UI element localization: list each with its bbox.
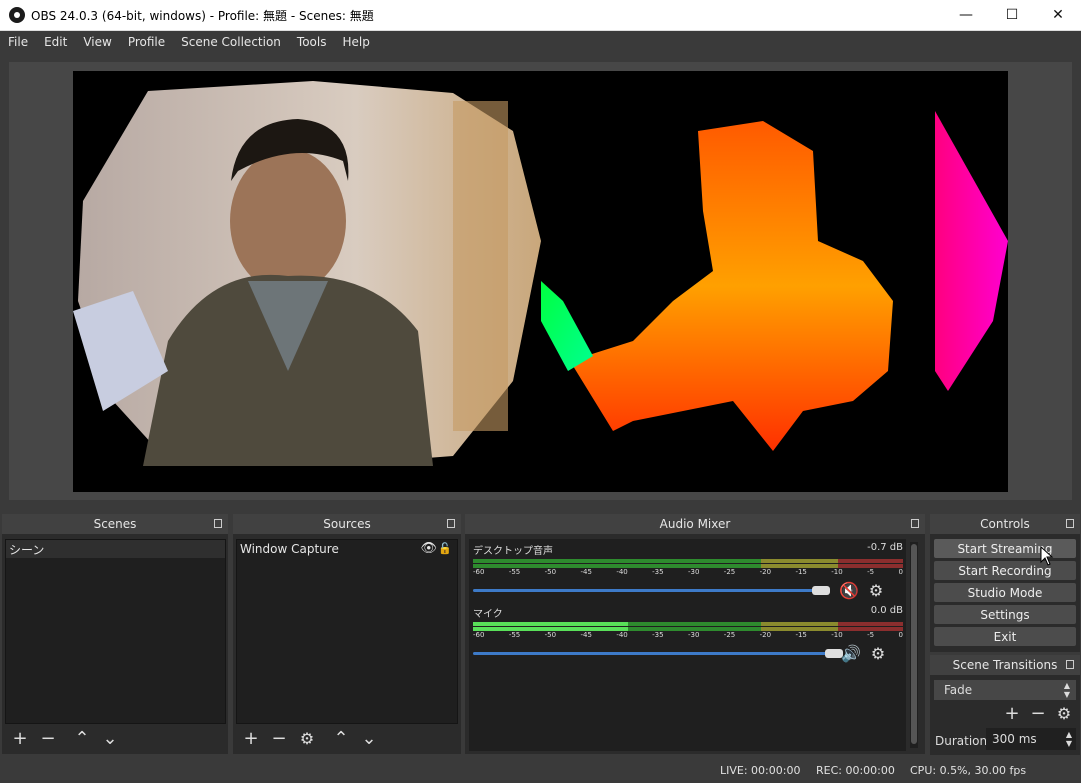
channel-name: マイク	[473, 609, 503, 620]
lock-icon[interactable]: 🔓	[438, 542, 452, 555]
volume-slider[interactable]	[473, 586, 830, 595]
transitions-dock-title: Scene Transitions	[930, 655, 1080, 675]
studio-mode-button[interactable]: Studio Mode	[934, 583, 1076, 602]
remove-scene-button[interactable]: −	[36, 728, 60, 749]
volume-meter	[473, 559, 903, 563]
sources-toolbar: + − ⚙ ⌃ ⌄	[239, 728, 381, 749]
obs-logo-icon	[9, 7, 25, 23]
gear-icon[interactable]: ⚙	[871, 644, 885, 663]
list-item[interactable]: Window Capture 👁 🔓	[237, 540, 457, 558]
gear-icon[interactable]: ⚙	[295, 728, 319, 748]
start-streaming-button[interactable]: Start Streaming	[934, 539, 1076, 558]
menu-file[interactable]: File	[0, 35, 36, 49]
window-title: OBS 24.0.3 (64-bit, windows) - Profile: …	[31, 8, 374, 23]
title-bar: OBS 24.0.3 (64-bit, windows) - Profile: …	[0, 0, 1081, 31]
menu-scene-collection[interactable]: Scene Collection	[173, 35, 289, 49]
cpu-status: CPU: 0.5%, 30.00 fps	[910, 764, 1027, 777]
audio-mixer-dock: Audio Mixer デスクトップ音声 -0.7 dB -60 -55 -50 -4…	[465, 514, 925, 754]
add-scene-button[interactable]: +	[8, 728, 32, 749]
menu-edit[interactable]: Edit	[36, 35, 75, 49]
scene-transitions-dock: Scene Transitions Fade ▲ ▼ + − ⚙ Duration…	[930, 655, 1080, 755]
menu-help[interactable]: Help	[334, 35, 377, 49]
duration-label: Duration	[935, 734, 988, 748]
channel-mic: マイク 0.0 dB -60 -55 -50 -45 -40 -35 -30 -25 -20 -1…	[473, 605, 903, 663]
transition-value: Fade	[944, 683, 973, 697]
scenes-dock-title: Scenes	[2, 514, 228, 534]
list-item[interactable]: シーン	[6, 540, 225, 558]
scenes-title: Scenes	[93, 517, 137, 531]
mouse-cursor-icon	[1040, 546, 1054, 566]
duration-value: 300 ms	[992, 732, 1037, 746]
mixer-scrollbar[interactable]	[910, 542, 918, 748]
transition-select[interactable]: Fade ▲ ▼	[934, 680, 1076, 700]
mixer-dock-title: Audio Mixer	[465, 514, 925, 534]
transitions-title: Scene Transitions	[952, 658, 1058, 672]
muted-speaker-icon[interactable]: 🔇	[839, 581, 859, 600]
sources-list: Window Capture 👁 🔓	[236, 539, 458, 724]
speaker-icon[interactable]: 🔊	[841, 644, 861, 663]
mixer-title: Audio Mixer	[659, 517, 731, 531]
move-up-button[interactable]: ⌃	[70, 728, 94, 749]
channel-desktop-audio: デスクトップ音声 -0.7 dB -60 -55 -50 -45 -40 -35 -30 -2…	[473, 542, 903, 600]
move-up-button[interactable]: ⌃	[329, 728, 353, 749]
undock-icon[interactable]	[1066, 519, 1074, 528]
undock-icon[interactable]	[447, 519, 455, 528]
maximize-button[interactable]: ☐	[989, 0, 1035, 31]
menu-tools[interactable]: Tools	[289, 35, 335, 49]
channel-name: デスクトップ音声	[473, 546, 553, 557]
slider-handle[interactable]	[825, 649, 843, 658]
sources-dock: Sources Window Capture 👁 🔓 + − ⚙ ⌃ ⌄	[233, 514, 461, 754]
add-transition-button[interactable]: +	[1000, 703, 1024, 724]
minimize-button[interactable]: —	[943, 0, 989, 31]
rec-status: REC: 00:00:00	[816, 764, 895, 777]
remove-source-button[interactable]: −	[267, 728, 291, 749]
undock-icon[interactable]	[214, 519, 222, 528]
move-down-button[interactable]: ⌄	[357, 728, 381, 749]
menu-bar: File Edit View Profile Scene Collection …	[0, 31, 1081, 53]
sources-dock-title: Sources	[233, 514, 461, 534]
status-bar: LIVE: 00:00:00 REC: 00:00:00 CPU: 0.5%, …	[0, 759, 1081, 783]
start-recording-button[interactable]: Start Recording	[934, 561, 1076, 580]
exit-button[interactable]: Exit	[934, 627, 1076, 646]
volume-meter	[473, 622, 903, 626]
settings-button[interactable]: Settings	[934, 605, 1076, 624]
spin-icon[interactable]: ▲ ▼	[1066, 730, 1072, 748]
volume-slider-row: 🔇 ⚙	[473, 581, 903, 600]
menu-view[interactable]: View	[75, 35, 119, 49]
source-name: Window Capture	[240, 542, 339, 556]
undock-icon[interactable]	[1066, 660, 1074, 669]
preview-image	[73, 81, 1008, 466]
live-status: LIVE: 00:00:00	[720, 764, 801, 777]
add-source-button[interactable]: +	[239, 728, 263, 749]
updown-icon: ▲ ▼	[1063, 681, 1070, 699]
channel-db: -0.7 dB	[867, 542, 903, 553]
controls-title: Controls	[980, 517, 1030, 531]
volume-slider[interactable]	[473, 649, 843, 658]
scenes-toolbar: + − ⌃ ⌄	[8, 728, 122, 749]
gear-icon[interactable]: ⚙	[869, 581, 883, 600]
slider-handle[interactable]	[812, 586, 830, 595]
eye-icon[interactable]: 👁	[420, 541, 437, 556]
duration-input[interactable]: 300 ms ▲ ▼	[986, 728, 1076, 750]
meter-ticks: -60 -55 -50 -45 -40 -35 -30 -25 -20 -15 -10 -5 0	[473, 568, 903, 576]
transition-toolbar: + − ⚙	[1000, 703, 1076, 724]
gear-icon[interactable]: ⚙	[1052, 703, 1076, 723]
scenes-list: シーン	[5, 539, 226, 724]
scenes-dock: Scenes シーン + − ⌃ ⌄	[2, 514, 228, 754]
channel-db: 0.0 dB	[870, 605, 903, 616]
undock-icon[interactable]	[911, 519, 919, 528]
mixer-channels: デスクトップ音声 -0.7 dB -60 -55 -50 -45 -40 -35 -30 -2…	[469, 539, 906, 751]
preview-canvas[interactable]	[73, 71, 1008, 492]
sources-title: Sources	[323, 517, 371, 531]
menu-profile[interactable]: Profile	[120, 35, 173, 49]
meter-ticks: -60 -55 -50 -45 -40 -35 -30 -25 -20 -15 -10 -5 0	[473, 631, 903, 639]
move-down-button[interactable]: ⌄	[98, 728, 122, 749]
close-button[interactable]: ✕	[1035, 0, 1081, 31]
remove-transition-button[interactable]: −	[1026, 703, 1050, 724]
controls-dock-title: Controls	[930, 514, 1080, 534]
volume-slider-row: 🔊 ⚙	[473, 644, 903, 663]
